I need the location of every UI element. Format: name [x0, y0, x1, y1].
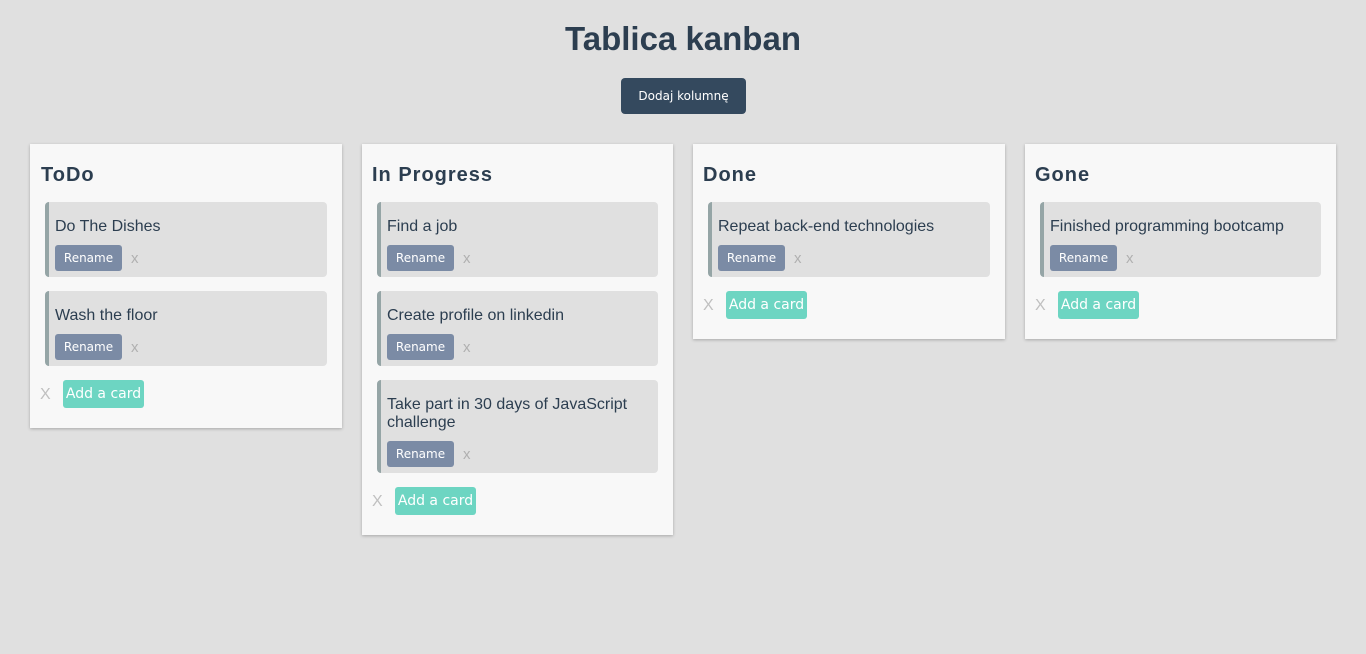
- column-title: Gone: [1035, 164, 1091, 186]
- card-text: Create profile on linkedin: [387, 307, 564, 324]
- column-title: Done: [703, 164, 757, 186]
- add-card-button[interactable]: Add a card: [1058, 291, 1139, 319]
- rename-card-button[interactable]: Rename: [718, 245, 785, 271]
- rename-card-button[interactable]: Rename: [387, 334, 454, 360]
- delete-column-button[interactable]: X: [1035, 297, 1046, 315]
- column-title: In Progress: [372, 164, 494, 186]
- card-text: Finished programming bootcamp: [1050, 218, 1284, 235]
- delete-card-button[interactable]: x: [131, 339, 139, 357]
- add-column-button[interactable]: Dodaj kolumnę: [621, 78, 746, 114]
- card-text: Wash the floor: [55, 307, 158, 324]
- card: Repeat back-end technologies Rename x: [708, 202, 990, 277]
- rename-card-button[interactable]: Rename: [387, 245, 454, 271]
- card: Create profile on linkedin Rename x: [377, 291, 658, 366]
- card: Do The Dishes Rename x: [45, 202, 327, 277]
- delete-column-button[interactable]: X: [703, 297, 714, 315]
- column-gone: Gone Finished programming bootcamp Renam…: [1025, 144, 1336, 339]
- delete-column-button[interactable]: X: [40, 386, 51, 404]
- delete-card-button[interactable]: x: [463, 446, 471, 464]
- rename-card-button[interactable]: Rename: [1050, 245, 1117, 271]
- add-card-button[interactable]: Add a card: [726, 291, 807, 319]
- rename-card-button[interactable]: Rename: [55, 334, 122, 360]
- card-text: Take part in 30 days of JavaScript chall…: [387, 396, 628, 431]
- column-done: Done Repeat back-end technologies Rename…: [693, 144, 1005, 339]
- card: Take part in 30 days of JavaScript chall…: [377, 380, 658, 473]
- delete-card-button[interactable]: x: [131, 250, 139, 268]
- card-text: Repeat back-end technologies: [718, 218, 935, 235]
- rename-card-button[interactable]: Rename: [55, 245, 122, 271]
- delete-column-button[interactable]: X: [372, 493, 383, 511]
- column-in-progress: In Progress Find a job Rename x Create p…: [362, 144, 673, 535]
- add-card-button[interactable]: Add a card: [63, 380, 144, 408]
- column-title: ToDo: [41, 164, 95, 186]
- column-todo: ToDo Do The Dishes Rename x Wash the flo…: [30, 144, 342, 428]
- card: Find a job Rename x: [377, 202, 658, 277]
- delete-card-button[interactable]: x: [463, 339, 471, 357]
- card-text: Find a job: [387, 218, 458, 235]
- card: Wash the floor Rename x: [45, 291, 327, 366]
- delete-card-button[interactable]: x: [463, 250, 471, 268]
- delete-card-button[interactable]: x: [794, 250, 802, 268]
- delete-card-button[interactable]: x: [1126, 250, 1134, 268]
- card: Finished programming bootcamp Rename x: [1040, 202, 1321, 277]
- add-card-button[interactable]: Add a card: [395, 487, 476, 515]
- card-text: Do The Dishes: [55, 218, 161, 235]
- page-title: Tablica kanban: [565, 20, 801, 57]
- rename-card-button[interactable]: Rename: [387, 441, 454, 467]
